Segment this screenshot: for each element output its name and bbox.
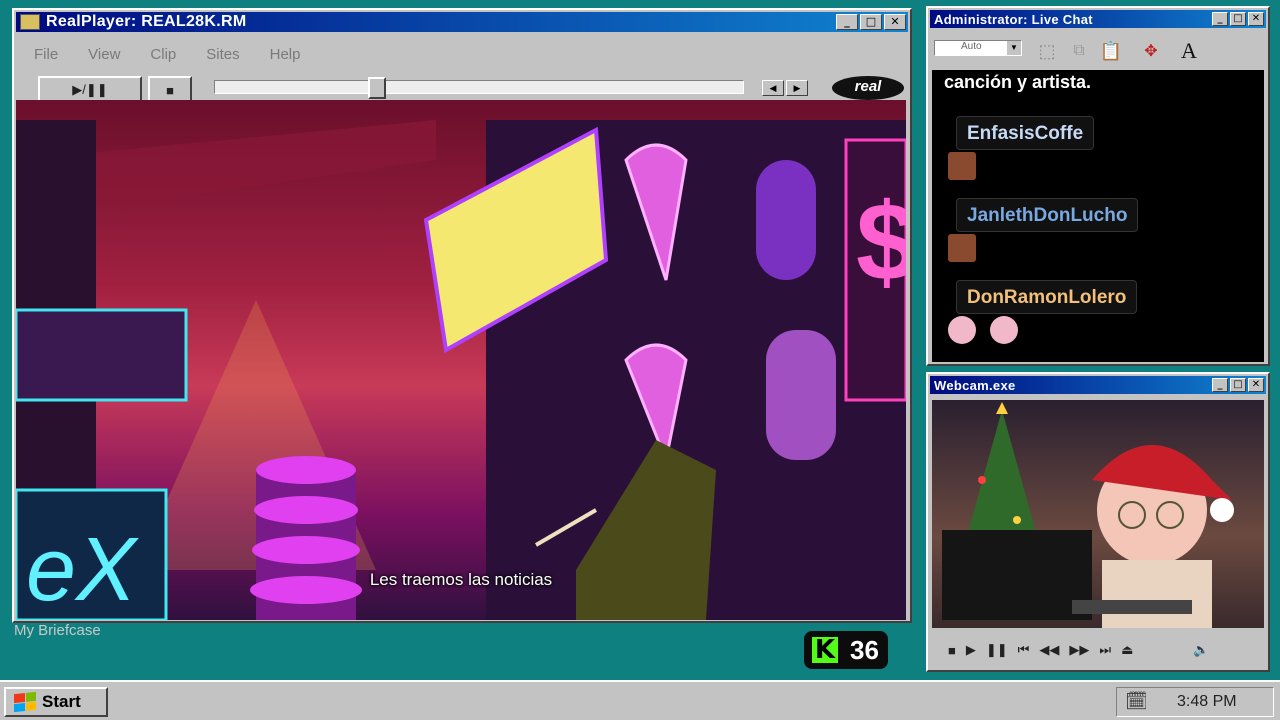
prev-clip-button[interactable]: ◀: [762, 80, 784, 96]
chat-username: DonRamonLolero: [956, 280, 1138, 314]
clip-nav: ◀ ▶: [762, 80, 808, 96]
paste-icon[interactable]: 📋: [1096, 36, 1126, 66]
chat-message-text: canción y artista.: [944, 72, 1092, 92]
webcam-last-button[interactable]: ⏭: [1099, 642, 1111, 658]
font-size-value: Auto: [961, 41, 982, 52]
menu-bar: File View Clip Sites Help: [34, 46, 300, 63]
webcam-controls: ■ ▶ ❚❚ ⏮ ◀◀ ▶▶ ⏭ ⏏ 🔈: [932, 636, 1264, 664]
webcam-first-button[interactable]: ⏮: [1018, 642, 1030, 658]
webcam-play-button[interactable]: ▶: [966, 642, 976, 658]
chat-close-button[interactable]: ✕: [1248, 12, 1264, 26]
chat-maximize-button[interactable]: □: [1230, 12, 1246, 26]
chat-username: EnfasisCoffe: [956, 116, 1095, 150]
menu-file[interactable]: File: [34, 46, 58, 63]
webcam-pause-button[interactable]: ❚❚: [986, 642, 1008, 658]
laughing-face-emote-icon: [948, 152, 976, 180]
anime-girl-emote-icon: [990, 316, 1018, 344]
webcam-close-button[interactable]: ✕: [1248, 378, 1264, 392]
live-chat-window: Administrator: Live Chat _ □ ✕ Auto ▼ ⬚ …: [926, 6, 1270, 366]
video-area[interactable]: eX $ Les traemos las noticias: [16, 100, 906, 620]
minimize-button[interactable]: _: [836, 14, 858, 30]
kick-viewer-badge: K 36: [804, 631, 888, 669]
viewer-count: 36: [850, 634, 879, 665]
scheduler-icon[interactable]: 🗓: [1125, 691, 1155, 713]
anime-girl-emote-icon: [948, 316, 976, 344]
chat-toolbar: Auto ▼ ⬚ ⧉ 📋 ✥ A: [932, 34, 1264, 68]
laughing-face-emote-icon: [948, 234, 976, 262]
select-icon[interactable]: ⬚: [1032, 36, 1062, 66]
video-subtitle: Les traemos las noticias: [369, 570, 553, 589]
webcam-eject-button[interactable]: ⏏: [1121, 642, 1133, 658]
webcam-minimize-button[interactable]: _: [1212, 378, 1228, 392]
video-scene: eX $: [16, 120, 906, 620]
text-tool-icon[interactable]: A: [1174, 36, 1204, 66]
webcam-window: Webcam.exe _ □ ✕ ■ ▶ ❚❚ ⏮ ◀◀ ▶▶ ⏭ ⏏ �: [926, 372, 1270, 672]
chat-minimize-button[interactable]: _: [1212, 12, 1228, 26]
start-label: Start: [42, 692, 81, 711]
my-briefcase-label[interactable]: My Briefcase: [14, 622, 101, 639]
seek-bar[interactable]: [214, 77, 744, 99]
seek-thumb[interactable]: [368, 77, 386, 99]
menu-help[interactable]: Help: [270, 46, 301, 63]
webcam-forward-button[interactable]: ▶▶: [1069, 642, 1089, 658]
webcam-scene: [942, 402, 1234, 628]
kick-logo-icon: K: [812, 637, 838, 663]
chat-titlebar[interactable]: Administrator: Live Chat _ □ ✕: [930, 10, 1266, 28]
chat-username: JanlethDonLucho: [956, 198, 1139, 232]
menu-view[interactable]: View: [88, 46, 120, 63]
webcam-titlebar[interactable]: Webcam.exe _ □ ✕: [930, 376, 1266, 394]
realplayer-window: RealPlayer: REAL28K.RM _ □ ✕ File View C…: [12, 8, 912, 623]
chevron-down-icon[interactable]: ▼: [1007, 41, 1021, 55]
windows-logo-icon: [14, 691, 36, 713]
volume-icon[interactable]: 🔈: [1193, 642, 1209, 658]
real-logo: real: [832, 76, 904, 100]
realplayer-app-icon: [20, 14, 40, 30]
webcam-maximize-button[interactable]: □: [1230, 378, 1246, 392]
start-button[interactable]: Start: [4, 687, 108, 717]
clock[interactable]: 3:48 PM: [1177, 693, 1237, 711]
copy-icon[interactable]: ⧉: [1064, 36, 1094, 66]
close-button[interactable]: ✕: [884, 14, 906, 30]
next-clip-button[interactable]: ▶: [786, 80, 808, 96]
taskbar: Start 🗓 3:48 PM: [0, 680, 1280, 720]
webcam-rewind-button[interactable]: ◀◀: [1039, 642, 1059, 658]
webcam-feed: [932, 400, 1264, 628]
move-icon[interactable]: ✥: [1136, 36, 1166, 66]
maximize-button[interactable]: □: [860, 14, 882, 30]
system-tray: 🗓 3:48 PM: [1116, 687, 1274, 717]
font-size-select[interactable]: Auto ▼: [934, 40, 1022, 56]
menu-clip[interactable]: Clip: [150, 46, 176, 63]
chat-title: Administrator: Live Chat: [934, 11, 1093, 27]
realplayer-title: RealPlayer: REAL28K.RM: [46, 13, 247, 30]
webcam-title: Webcam.exe: [934, 377, 1016, 393]
svg-text:$: $: [856, 181, 906, 304]
realplayer-titlebar[interactable]: RealPlayer: REAL28K.RM _ □ ✕: [16, 12, 908, 32]
webcam-stop-button[interactable]: ■: [948, 643, 956, 658]
menu-sites[interactable]: Sites: [206, 46, 239, 63]
chat-messages[interactable]: canción y artista. EnfasisCoffe JanlethD…: [932, 70, 1264, 362]
